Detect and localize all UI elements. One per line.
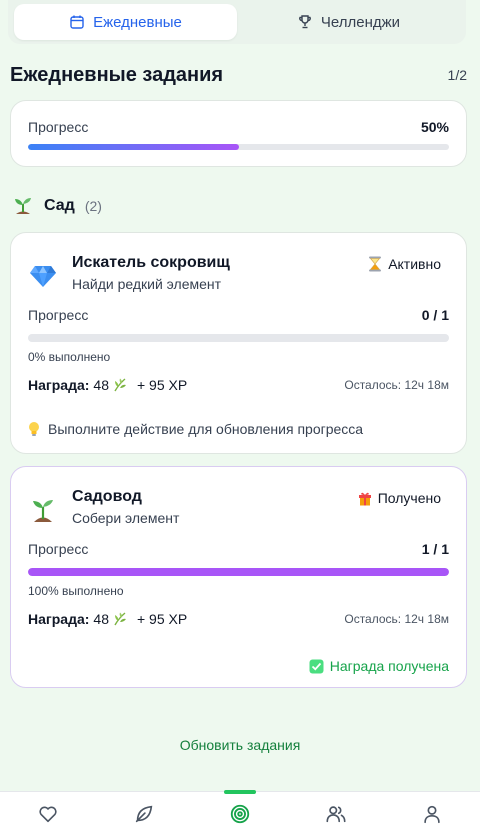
tab-challenges[interactable]: Челленджи bbox=[237, 4, 460, 40]
checkbox-checked-icon bbox=[309, 659, 324, 673]
page-header: Ежедневные задания 1/2 bbox=[10, 62, 467, 88]
leaf-icon bbox=[135, 805, 153, 822]
gift-icon bbox=[358, 492, 371, 505]
page-indicator: 1/2 bbox=[447, 67, 467, 83]
calendar-icon bbox=[70, 15, 84, 29]
nav-item-profile[interactable] bbox=[408, 792, 456, 835]
reward-amount: 48 bbox=[93, 611, 109, 627]
task-progress-fill bbox=[28, 568, 449, 576]
tab-daily-label: Ежедневные bbox=[93, 13, 182, 31]
lightbulb-icon bbox=[29, 422, 39, 436]
overall-progress-card: Прогресс 50% bbox=[10, 100, 467, 167]
task-progress-bar bbox=[28, 568, 449, 576]
task-hint: Выполните действие для обновления прогре… bbox=[28, 421, 449, 437]
status-badge: Активно bbox=[368, 256, 441, 272]
time-remaining: Осталось: 12ч 18м bbox=[344, 378, 449, 392]
task-percent: 100% выполнено bbox=[28, 584, 124, 598]
overall-progress-bar bbox=[28, 144, 449, 150]
nav-item-tasks[interactable] bbox=[216, 789, 264, 835]
page-title: Ежедневные задания bbox=[10, 63, 224, 86]
task-name: Садовод bbox=[72, 488, 142, 505]
sprout-icon bbox=[28, 495, 58, 525]
gem-icon bbox=[28, 261, 58, 291]
reward-claimed-text: Награда получена bbox=[329, 658, 449, 674]
tab-challenges-label: Челленджи bbox=[320, 13, 401, 31]
tab-bar: Ежедневные Челленджи bbox=[8, 0, 466, 44]
section-count: (2) bbox=[84, 198, 102, 214]
hourglass-icon bbox=[369, 256, 382, 272]
status-badge: Получено bbox=[358, 490, 441, 506]
reward-claimed-note: Награда получена bbox=[28, 658, 449, 674]
task-progress-label: Прогресс bbox=[28, 541, 89, 557]
user-icon bbox=[424, 805, 440, 823]
task-progress-value: 1 / 1 bbox=[421, 541, 449, 557]
status-label: Получено bbox=[377, 490, 441, 506]
trophy-icon bbox=[298, 15, 311, 29]
reward: Награда: 48 + 95 XP bbox=[28, 377, 187, 393]
reward-label: Награда: bbox=[28, 611, 90, 627]
time-remaining: Осталось: 12ч 18м bbox=[344, 612, 449, 626]
overall-progress-label: Прогресс bbox=[28, 119, 89, 135]
bottom-nav bbox=[0, 789, 480, 835]
target-icon bbox=[230, 804, 250, 823]
task-description: Собери элемент bbox=[72, 510, 180, 526]
herb-icon bbox=[114, 612, 126, 626]
reward-xp: + 95 XP bbox=[136, 611, 188, 627]
section-header-garden: Сад (2) bbox=[12, 194, 102, 218]
reward-amount: 48 bbox=[93, 377, 109, 393]
users-icon bbox=[326, 805, 346, 822]
task-progress-bar bbox=[28, 334, 449, 342]
task-card[interactable]: Искатель сокровищ Найди редкий элемент А… bbox=[10, 232, 467, 454]
nav-item-garden[interactable] bbox=[120, 792, 168, 835]
herb-icon bbox=[114, 378, 126, 392]
task-progress-value: 0 / 1 bbox=[421, 307, 449, 323]
hint-text: Выполните действие для обновления прогре… bbox=[48, 421, 364, 437]
reward-label: Награда: bbox=[28, 377, 90, 393]
nav-item-friends[interactable] bbox=[312, 792, 360, 835]
task-description: Найди редкий элемент bbox=[72, 276, 222, 292]
status-label: Активно bbox=[388, 256, 441, 272]
refresh-tasks-button[interactable]: Обновить задания bbox=[0, 737, 480, 753]
task-percent: 0% выполнено bbox=[28, 350, 111, 364]
section-title: Сад bbox=[44, 197, 75, 214]
heart-icon bbox=[39, 806, 57, 822]
tab-daily[interactable]: Ежедневные bbox=[14, 4, 237, 40]
task-progress-label: Прогресс bbox=[28, 307, 89, 323]
overall-progress-fill bbox=[28, 144, 239, 150]
reward: Награда: 48 + 95 XP bbox=[28, 611, 187, 627]
overall-progress-value: 50% bbox=[420, 119, 449, 135]
sprout-icon bbox=[15, 198, 31, 214]
task-name: Искатель сокровищ bbox=[72, 254, 230, 271]
nav-item-favorites[interactable] bbox=[24, 792, 72, 835]
task-card[interactable]: Садовод Собери элемент Получено Прогресс… bbox=[10, 466, 467, 688]
reward-xp: + 95 XP bbox=[136, 377, 188, 393]
